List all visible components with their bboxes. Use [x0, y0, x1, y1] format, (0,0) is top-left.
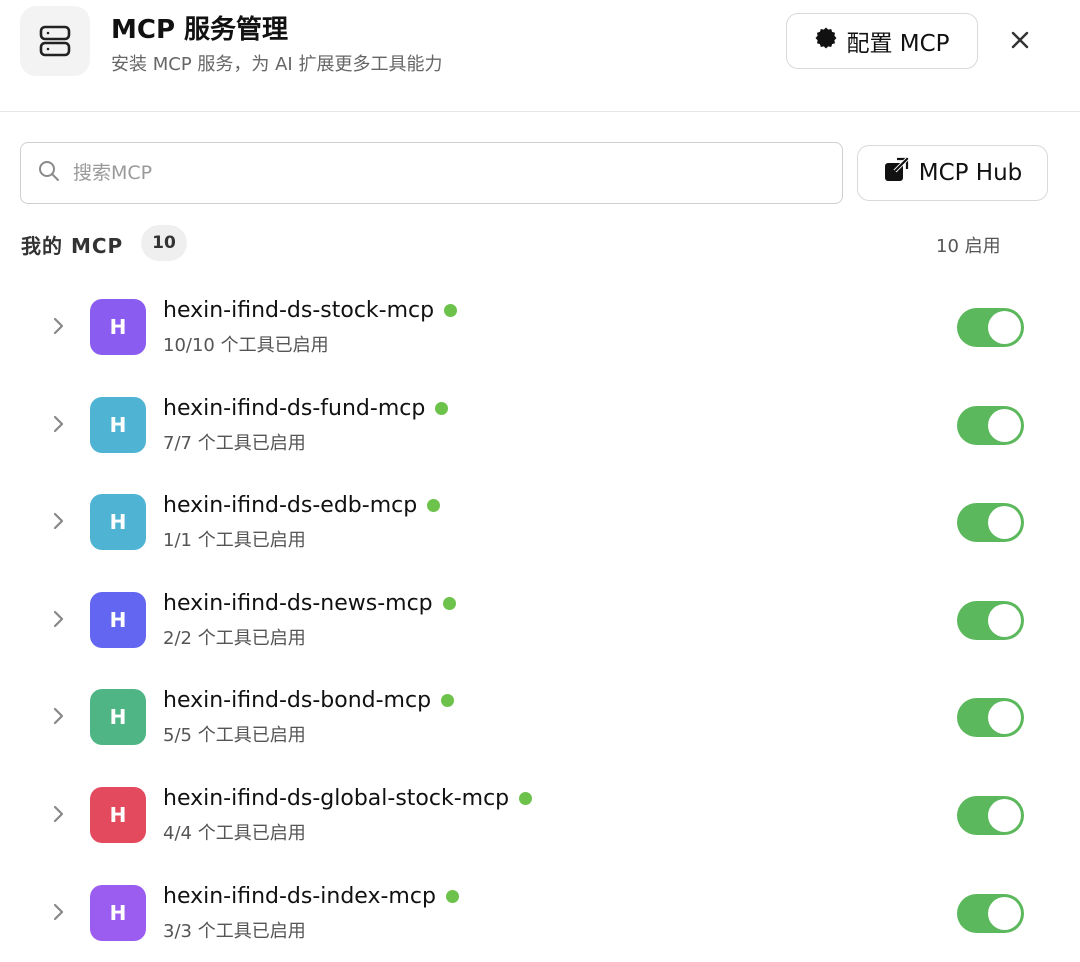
- mcp-name-line: hexin-ifind-ds-stock-mcp: [163, 298, 458, 323]
- toggle-knob: [988, 311, 1021, 344]
- mcp-tools-status: 1/1 个工具已启用: [163, 530, 306, 552]
- page-title: MCP 服务管理: [111, 15, 289, 45]
- mcp-avatar: H: [90, 299, 146, 355]
- mcp-row-2[interactable]: H hexin-ifind-ds-edb-mcp 1/1 个工具已启用: [0, 473, 1080, 571]
- search-box[interactable]: [20, 142, 843, 204]
- search-icon: [37, 159, 61, 187]
- mcp-tools-status: 7/7 个工具已启用: [163, 432, 306, 454]
- mcp-name: hexin-ifind-ds-news-mcp: [163, 590, 433, 616]
- mcp-name-line: hexin-ifind-ds-fund-mcp: [163, 395, 449, 421]
- toggle-knob: [988, 603, 1021, 637]
- status-dot: [519, 791, 533, 805]
- mcp-avatar: H: [90, 494, 146, 551]
- toggle-knob: [988, 896, 1021, 930]
- mcp-name: hexin-ifind-ds-edb-mcp: [163, 493, 418, 519]
- toggle-knob: [988, 701, 1021, 735]
- mcp-row-3[interactable]: H hexin-ifind-ds-news-mcp 2/2 个工具已启用: [0, 571, 1080, 669]
- server-icon: [20, 6, 90, 76]
- mcp-avatar: H: [90, 884, 146, 941]
- mcp-name: hexin-ifind-ds-index-mcp: [163, 883, 436, 909]
- mcp-enable-toggle[interactable]: [957, 698, 1024, 738]
- mcp-avatar: H: [90, 591, 146, 648]
- mcp-name-line: hexin-ifind-ds-index-mcp: [163, 884, 459, 909]
- mcp-hub-label: MCP Hub: [918, 160, 1023, 186]
- page-subtitle: 安装 MCP 服务，为 AI 扩展更多工具能力: [111, 54, 443, 75]
- mcp-row-5[interactable]: H hexin-ifind-ds-global-stock-mcp 4/4 个工…: [0, 766, 1080, 864]
- mcp-avatar: H: [90, 396, 146, 453]
- mcp-tools-status: 5/5 个工具已启用: [163, 725, 306, 747]
- mcp-tools-status: 3/3 个工具已启用: [163, 920, 306, 942]
- close-button[interactable]: [1000, 22, 1040, 62]
- chevron-right-icon[interactable]: [48, 414, 68, 434]
- status-dot: [427, 499, 441, 513]
- mcp-name: hexin-ifind-ds-fund-mcp: [163, 395, 426, 421]
- gear-icon: [814, 26, 838, 56]
- external-link-icon: [883, 157, 909, 189]
- toggle-knob: [988, 506, 1021, 540]
- mcp-avatar: H: [90, 786, 146, 843]
- search-input[interactable]: [73, 162, 842, 184]
- mcp-name-line: hexin-ifind-ds-edb-mcp: [163, 493, 441, 519]
- chevron-right-icon[interactable]: [48, 804, 68, 824]
- status-dot: [435, 401, 449, 415]
- mcp-name-line: hexin-ifind-ds-bond-mcp: [163, 688, 455, 714]
- chevron-right-icon[interactable]: [48, 902, 68, 922]
- status-dot: [441, 694, 455, 708]
- enabled-count: 10 启用: [936, 236, 1001, 257]
- mcp-enable-toggle[interactable]: [957, 308, 1024, 347]
- chevron-right-icon[interactable]: [48, 316, 68, 336]
- mcp-row-1[interactable]: H hexin-ifind-ds-fund-mcp 7/7 个工具已启用: [0, 376, 1080, 474]
- mcp-name: hexin-ifind-ds-stock-mcp: [163, 298, 435, 323]
- mcp-hub-button[interactable]: MCP Hub: [857, 145, 1048, 201]
- mcp-name: hexin-ifind-ds-global-stock-mcp: [163, 785, 510, 811]
- status-dot: [445, 889, 459, 903]
- mcp-name: hexin-ifind-ds-bond-mcp: [163, 688, 432, 714]
- mcp-enable-toggle[interactable]: [957, 795, 1024, 835]
- mcp-tools-status: 2/2 个工具已启用: [163, 627, 306, 649]
- mcp-tools-status: 4/4 个工具已启用: [163, 822, 306, 844]
- mcp-row-6[interactable]: H hexin-ifind-ds-index-mcp 3/3 个工具已启用: [0, 864, 1080, 962]
- chevron-right-icon[interactable]: [48, 609, 68, 629]
- mcp-enable-toggle[interactable]: [957, 893, 1024, 933]
- toggle-knob: [988, 798, 1021, 832]
- mcp-tools-status: 10/10 个工具已启用: [163, 335, 329, 356]
- mcp-enable-toggle[interactable]: [957, 503, 1024, 543]
- mcp-name-line: hexin-ifind-ds-news-mcp: [163, 591, 456, 616]
- chevron-right-icon[interactable]: [48, 511, 68, 531]
- toggle-knob: [988, 408, 1021, 442]
- section-title: 我的 MCP: [21, 234, 124, 258]
- mcp-row-0[interactable]: H hexin-ifind-ds-stock-mcp 10/10 个工具已启用: [0, 278, 1080, 376]
- status-dot: [442, 596, 456, 610]
- mcp-manager-panel: MCP 服务管理 安装 MCP 服务，为 AI 扩展更多工具能力 配置 MCP: [0, 0, 1080, 962]
- mcp-avatar: H: [90, 689, 146, 746]
- mcp-count-badge: 10: [141, 225, 187, 261]
- panel-header: MCP 服务管理 安装 MCP 服务，为 AI 扩展更多工具能力 配置 MCP: [0, 0, 1080, 112]
- mcp-enable-toggle[interactable]: [957, 600, 1024, 640]
- mcp-enable-toggle[interactable]: [957, 405, 1024, 445]
- mcp-name-line: hexin-ifind-ds-global-stock-mcp: [163, 785, 533, 811]
- status-dot: [444, 304, 458, 317]
- chevron-right-icon[interactable]: [48, 706, 68, 726]
- config-mcp-label: 配置 MCP: [846, 31, 950, 57]
- mcp-list: H hexin-ifind-ds-stock-mcp 10/10 个工具已启用 …: [0, 278, 1080, 961]
- close-icon: [1010, 30, 1030, 54]
- config-mcp-button[interactable]: 配置 MCP: [786, 13, 978, 69]
- mcp-row-4[interactable]: H hexin-ifind-ds-bond-mcp 5/5 个工具已启用: [0, 668, 1080, 766]
